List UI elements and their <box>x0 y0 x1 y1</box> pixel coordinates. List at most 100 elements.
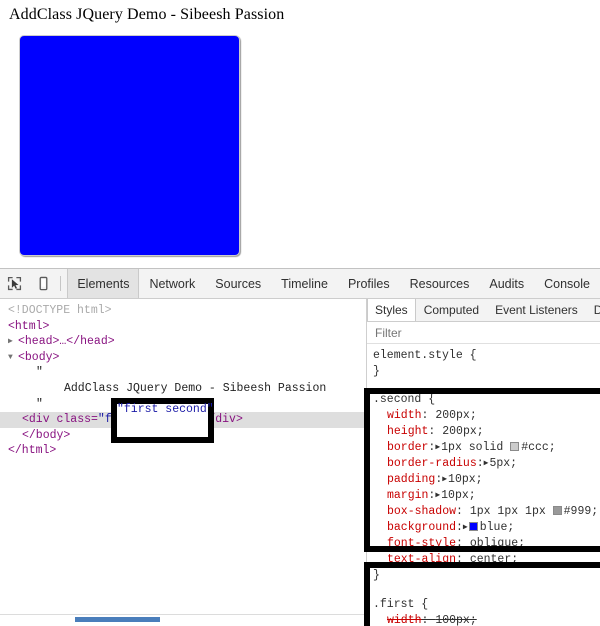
decl-border-property: border <box>387 441 429 454</box>
decl-box-shadow[interactable]: box-shadow: 1px 1px 1px #999; <box>373 504 600 520</box>
dom-tree-pane[interactable]: <!DOCTYPE html> <html> ▶ <head>…</head> ▼… <box>0 299 366 626</box>
body-close-tag: </body> <box>22 428 71 442</box>
decl-height[interactable]: height: 200px; <box>373 424 600 440</box>
rendered-page-viewport: AddClass JQuery Demo - Sibeesh Passion <box>0 0 600 268</box>
element-style-close: } <box>373 365 380 378</box>
tab-elements[interactable]: Elements <box>67 269 140 298</box>
decl-margin[interactable]: margin:▶10px; <box>373 488 600 504</box>
decl-width-value: 200px; <box>435 409 477 422</box>
html-close-tag: </html> <box>8 444 57 458</box>
dom-row-body-close: </body> <box>0 428 366 444</box>
devtools-tab-bar: Elements Network Sources Timeline Profil… <box>67 269 600 298</box>
second-close-brace: } <box>373 569 380 582</box>
dom-row-quote-open: " <box>0 365 366 381</box>
text-node-content: AddClass JQuery Demo - Sibeesh Passion <box>64 381 327 395</box>
tab-network[interactable]: Network <box>139 269 205 298</box>
demo-blue-box <box>19 35 240 256</box>
decl-text-align-property: text-align <box>387 553 457 566</box>
tab-console[interactable]: Console <box>534 269 600 298</box>
device-toolbar-icon[interactable] <box>29 269 58 298</box>
dom-row-body-open[interactable]: ▼ <body> <box>0 350 366 366</box>
decl-text-align-value: center; <box>469 553 519 566</box>
div-open-tag: <div class= <box>22 413 98 427</box>
dom-row-text-node[interactable]: AddClass JQuery Demo - Sibeesh Passion <box>0 381 366 397</box>
tab-event-listeners[interactable]: Event Listeners <box>487 299 586 321</box>
first-selector: .first { <box>373 598 429 611</box>
decl-height-property: height <box>387 425 429 438</box>
decl-border[interactable]: border:▶1px solid #ccc; <box>373 440 600 456</box>
decl-padding[interactable]: padding:▶10px; <box>373 472 600 488</box>
css-rule-second: .second { width: 200px; height: 200px; b… <box>367 384 600 588</box>
dom-row-html-open[interactable]: <html> <box>0 319 366 335</box>
decl-font-style-property: font-style <box>387 537 457 550</box>
color-swatch-999[interactable] <box>552 506 562 515</box>
styles-filter-row[interactable] <box>367 322 600 344</box>
decl-height-value: 200px; <box>442 425 484 438</box>
body-open-tag: <body> <box>18 350 60 364</box>
decl-border-radius[interactable]: border-radius:▶5px; <box>373 456 600 472</box>
color-swatch-ccc[interactable] <box>510 442 520 451</box>
chevron-right-icon[interactable]: ▶ <box>8 334 18 350</box>
decl-border-radius-property: border-radius <box>387 457 477 470</box>
decl-width-property: width <box>387 409 422 422</box>
chevron-right-icon[interactable]: ▶ <box>463 520 468 536</box>
tab-computed[interactable]: Computed <box>416 299 487 321</box>
head-tag: <head>…</head> <box>18 335 115 349</box>
decl-background-value: blue; <box>479 521 515 534</box>
color-swatch-blue[interactable] <box>468 522 478 531</box>
decl-background[interactable]: background:▶ blue; <box>373 520 600 536</box>
dom-tree: <!DOCTYPE html> <html> ▶ <head>…</head> ▼… <box>0 299 366 459</box>
chevron-right-icon[interactable]: ▶ <box>442 472 447 488</box>
page-title: AddClass JQuery Demo - Sibeesh Passion <box>9 6 285 23</box>
chevron-down-icon[interactable]: ▼ <box>8 350 18 366</box>
toolbar-separator <box>60 276 62 291</box>
first-decl-width-property: width <box>387 614 422 626</box>
annotation-class-attribute-text: "first second" <box>117 403 214 416</box>
decl-border-value: 1px solid <box>441 441 504 454</box>
dom-scrollbar-thumb[interactable] <box>75 617 160 622</box>
decl-font-style[interactable]: font-style: oblique; <box>373 536 600 552</box>
styles-filter-input[interactable] <box>375 325 575 340</box>
tab-timeline[interactable]: Timeline <box>271 269 338 298</box>
tab-resources[interactable]: Resources <box>400 269 480 298</box>
text-node-quote-close: " <box>36 397 43 411</box>
text-node-quote-open: " <box>36 366 43 380</box>
second-selector: .second { <box>373 393 436 406</box>
chevron-right-icon[interactable]: ▶ <box>435 488 440 504</box>
html-open-tag: <html> <box>8 319 50 333</box>
decl-border-radius-value: 5px; <box>489 457 518 470</box>
doctype-text: <!DOCTYPE html> <box>8 304 112 317</box>
decl-text-align[interactable]: text-align: center; <box>373 552 600 568</box>
styles-pane: Styles Computed Event Listeners DOM elem… <box>367 299 600 626</box>
dom-horizontal-scrollbar[interactable] <box>0 614 366 626</box>
devtools-toolbar: Elements Network Sources Timeline Profil… <box>0 269 600 299</box>
decl-width[interactable]: width: 200px; <box>373 408 600 424</box>
decl-box-shadow-value: 1px 1px 1px <box>469 505 546 518</box>
tab-dom-breakpoints[interactable]: DOM <box>586 299 600 321</box>
tab-styles[interactable]: Styles <box>367 299 416 321</box>
decl-background-property: background <box>387 521 457 534</box>
decl-border-color: #ccc; <box>521 441 556 454</box>
tab-sources[interactable]: Sources <box>205 269 271 298</box>
tab-profiles[interactable]: Profiles <box>338 269 400 298</box>
decl-font-style-value: oblique; <box>469 537 526 550</box>
dom-row-head[interactable]: ▶ <head>…</head> <box>0 334 366 350</box>
first-decl-width-value: 100px; <box>435 614 477 626</box>
decl-box-shadow-property: box-shadow <box>387 505 457 518</box>
decl-margin-property: margin <box>387 489 429 502</box>
chevron-right-icon[interactable]: ▶ <box>435 440 440 456</box>
decl-box-shadow-color: #999; <box>563 505 599 518</box>
dom-row-doctype[interactable]: <!DOCTYPE html> <box>0 303 366 319</box>
decl-margin-value: 10px; <box>441 489 476 502</box>
dom-row-html-close: </html> <box>0 443 366 459</box>
chevron-right-icon[interactable]: ▶ <box>484 456 489 472</box>
element-style-selector: element.style { <box>373 349 477 362</box>
decl-padding-property: padding <box>387 473 436 486</box>
devtools-panel: Elements Network Sources Timeline Profil… <box>0 268 600 626</box>
decl-padding-value: 10px; <box>448 473 483 486</box>
tab-audits[interactable]: Audits <box>479 269 534 298</box>
styles-tab-bar: Styles Computed Event Listeners DOM <box>367 299 600 322</box>
inspect-element-icon[interactable] <box>0 269 29 298</box>
devtools-body: <!DOCTYPE html> <html> ▶ <head>…</head> ▼… <box>0 299 600 626</box>
first-decl-width[interactable]: width: 100px; <box>373 613 600 626</box>
